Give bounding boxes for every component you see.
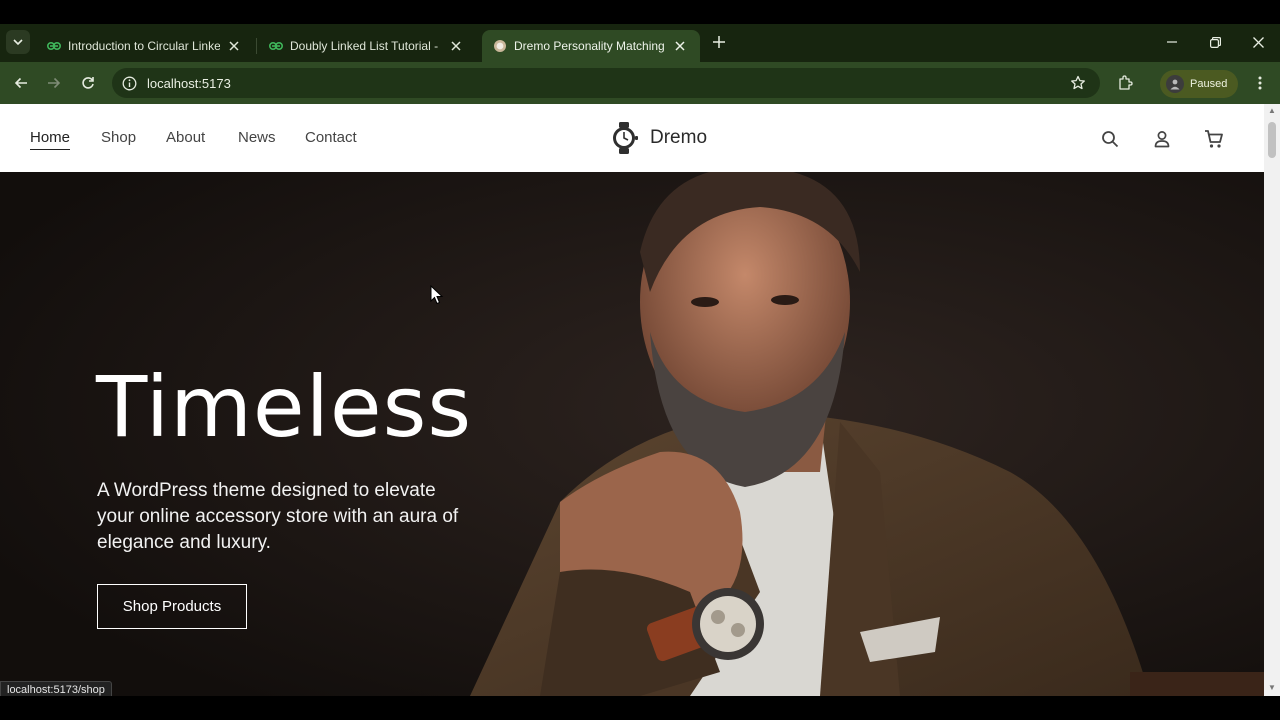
nav-home-link[interactable]: Home [30, 129, 71, 150]
new-tab-button[interactable] [708, 31, 730, 53]
browser-menu-button[interactable] [1250, 71, 1270, 95]
cart-button[interactable] [1203, 128, 1225, 150]
status-bar-url: localhost:5173/shop [0, 681, 112, 697]
profile-status-label: Paused [1190, 78, 1228, 90]
hero-title: Timeless [96, 358, 473, 456]
menu-icon [1258, 76, 1262, 90]
shop-products-button[interactable]: Shop Products [97, 584, 247, 629]
profile-button[interactable]: Paused [1160, 70, 1238, 98]
account-button[interactable] [1151, 128, 1173, 150]
close-icon[interactable] [226, 38, 242, 54]
tab-dremo-active[interactable]: Dremo Personality Matching W [482, 30, 700, 62]
back-button[interactable] [8, 71, 34, 95]
minimize-button[interactable] [1157, 30, 1187, 54]
close-icon[interactable] [672, 38, 688, 54]
minimize-icon [1167, 41, 1177, 43]
plus-icon [713, 36, 725, 48]
scroll-down-arrow[interactable]: ▼ [1268, 684, 1276, 692]
search-button[interactable] [1099, 128, 1121, 150]
tab-separator [256, 38, 257, 54]
tab-title: Introduction to Circular Linked [68, 39, 220, 53]
screen-bottom-bar [0, 696, 1280, 720]
address-bar[interactable]: localhost:5173 [112, 68, 1100, 98]
search-icon [1102, 131, 1119, 148]
nav-contact-link[interactable]: Contact [305, 129, 357, 146]
close-icon[interactable] [448, 38, 464, 54]
screen-top-bar [0, 0, 1280, 24]
extensions-icon [1119, 75, 1133, 90]
reload-icon [82, 77, 94, 89]
browser-toolbar: localhost:5173 Paused [0, 62, 1280, 104]
window-close-button[interactable] [1243, 30, 1273, 54]
window-close-icon [1252, 36, 1264, 48]
address-url: localhost:5173 [147, 75, 231, 91]
forward-button[interactable] [41, 71, 67, 95]
tab-title: Doubly Linked List Tutorial - Ge [290, 39, 442, 53]
hero-section: Timeless A WordPress theme designed to e… [0, 172, 1264, 696]
browser-tab-strip: Introduction to Circular Linked Doubly L… [0, 24, 1280, 62]
screen: Introduction to Circular Linked Doubly L… [0, 0, 1280, 720]
info-icon[interactable] [120, 74, 138, 92]
reload-button[interactable] [75, 71, 101, 95]
cursor-icon [430, 285, 444, 305]
favicon-gfg-icon [46, 38, 62, 54]
star-icon[interactable] [1070, 75, 1086, 91]
site-header: Home Shop About News Contact Dremo [0, 104, 1264, 172]
hero-subtitle: A WordPress theme designed to elevate yo… [97, 480, 459, 553]
tab-title: Dremo Personality Matching W [514, 39, 666, 53]
scrollbar-thumb[interactable] [1268, 122, 1276, 158]
tab-list-button[interactable] [6, 30, 30, 54]
user-icon [1154, 131, 1170, 148]
restore-icon [1209, 36, 1221, 48]
scroll-up-arrow[interactable]: ▲ [1268, 107, 1276, 115]
nav-shop-link[interactable]: Shop [101, 129, 136, 146]
brand-name: Dremo [650, 127, 708, 148]
nav-news-link[interactable]: News [238, 129, 276, 146]
cart-icon [1205, 130, 1223, 148]
favicon-watch-icon [492, 38, 508, 54]
tab-doubly-linked[interactable]: Doubly Linked List Tutorial - Ge [258, 30, 474, 62]
brand-logo-link[interactable]: Dremo [610, 121, 707, 155]
forward-icon [48, 77, 61, 89]
profile-avatar [1166, 75, 1184, 93]
favicon-gfg-icon [268, 38, 284, 54]
back-icon [14, 77, 27, 89]
tab-circular-linked[interactable]: Introduction to Circular Linked [36, 30, 252, 62]
page-scrollbar[interactable]: ▲ ▼ [1264, 104, 1280, 696]
page-viewport: Home Shop About News Contact Dremo Timel… [0, 104, 1280, 696]
nav-about-link[interactable]: About [166, 129, 205, 146]
tab-list-icon [13, 39, 23, 46]
extensions-button[interactable] [1114, 71, 1136, 95]
watch-logo-icon [613, 122, 638, 154]
restore-button[interactable] [1200, 30, 1230, 54]
